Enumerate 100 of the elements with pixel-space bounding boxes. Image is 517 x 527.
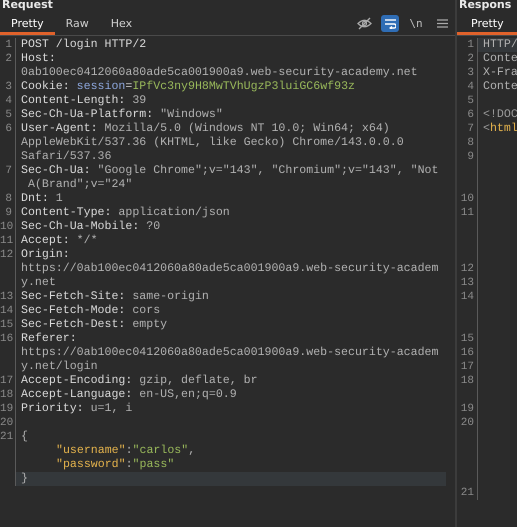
view-tab[interactable]: Raw — [54, 13, 100, 35]
code-text: HTTP/ — [483, 38, 517, 51]
code-text: "pass" — [132, 458, 174, 471]
code-text: Referer: — [21, 332, 77, 345]
code-text: Sec-Fetch-Mode: — [21, 304, 126, 317]
line-number: 12 — [457, 262, 478, 276]
line-number: 19 — [0, 402, 16, 416]
line-number: 15 — [457, 332, 478, 346]
code-text: y.net — [21, 276, 56, 289]
code-text: gzip, deflate, br — [138, 374, 258, 387]
line-number: 6 — [0, 122, 16, 136]
line-number: 8 — [457, 136, 478, 150]
line-number: 10 — [0, 220, 16, 234]
code-text: < — [483, 122, 490, 135]
code-text: u=1, i — [90, 402, 132, 415]
line-number: 9 — [457, 150, 478, 164]
code-text: Conte — [483, 80, 517, 93]
line-number: 17 — [457, 360, 478, 374]
code-text: POST /login HTTP/2 — [21, 38, 146, 51]
code-text: Sec-Ch-Ua: — [21, 164, 91, 177]
code-text: Content-Length: — [21, 94, 126, 107]
code-text: application/json — [117, 206, 230, 219]
line-number: 4 — [0, 94, 16, 108]
line-number: 18 — [457, 374, 478, 388]
line-number: 18 — [0, 388, 16, 402]
line-number: 21 — [0, 430, 16, 444]
code-text: } — [21, 472, 28, 485]
code-text: Dnt: — [21, 192, 49, 205]
code-text: , — [188, 444, 196, 457]
code-text: Safari/537.36 — [21, 150, 112, 163]
code-text: Accept: — [21, 234, 70, 247]
line-number: 5 — [0, 108, 16, 122]
line-number: 14 — [457, 290, 478, 304]
code-text: "carlos" — [132, 444, 188, 457]
line-number: 19 — [457, 402, 478, 416]
line-number: 8 — [0, 192, 16, 206]
code-text: Sec-Ch-Ua-Mobile: — [21, 220, 140, 233]
line-number: 6 — [457, 108, 478, 122]
code-text: same-origin — [131, 290, 209, 303]
code-text: Origin: — [21, 248, 70, 261]
line-number: 14 — [0, 304, 16, 318]
code-text: Accept-Language: — [21, 388, 132, 401]
code-text: "Google Chrome";v="143", "Chromium";v="143", "Not — [96, 164, 438, 177]
line-number: 20 — [457, 416, 478, 430]
code-text: AppleWebKit/537.36 (KHTML, like Gecko) Chrome/143.0.0.0 — [21, 136, 404, 149]
view-tab[interactable]: Hex — [100, 13, 144, 35]
code-text: Cookie: — [21, 80, 71, 93]
code-text: 0ab100ec0412060a80ade5ca001900a9.web-security-academy.net — [21, 66, 418, 79]
line-number: 3 — [0, 80, 16, 94]
code-text: "Windows" — [159, 108, 223, 121]
line-number: 15 — [0, 318, 16, 332]
panel-title: Request — [1, 0, 54, 13]
code-text: Conte — [483, 52, 517, 65]
word-wrap-icon[interactable] — [381, 15, 399, 32]
code-text: Host: — [21, 52, 56, 65]
code-text: User-Agent: — [21, 122, 98, 135]
line-number: 2 — [0, 52, 16, 66]
panel-title: Respons — [458, 0, 512, 13]
code-text: en-US,en;q=0.9 — [138, 388, 237, 401]
code-text: "username" — [56, 444, 126, 457]
code-text: Sec-Fetch-Dest: — [21, 318, 126, 331]
code-text: 1 — [54, 192, 63, 205]
code-text: session — [76, 80, 126, 93]
code-text: A(Brand";v="24" — [26, 178, 132, 191]
code-text: : — [126, 458, 133, 471]
line-number: 11 — [457, 206, 478, 220]
line-number: 20 — [0, 416, 16, 430]
line-number: 3 — [457, 66, 478, 80]
line-number: 1 — [0, 38, 16, 52]
code-text: Sec-Fetch-Site: — [21, 290, 126, 303]
code-text: { — [21, 430, 28, 443]
code-text: ?0 — [145, 220, 160, 233]
line-number: 13 — [457, 276, 478, 290]
code-text: 39 — [131, 94, 146, 107]
code-text: Accept-Encoding: — [21, 374, 132, 387]
line-number: 16 — [457, 346, 478, 360]
code-text: IPfVc3ny9H8MwTVhUgzP3luiGC6wf93z — [132, 80, 355, 93]
line-number: 7 — [0, 164, 16, 178]
line-number: 12 — [0, 248, 16, 262]
code-text: "password" — [56, 458, 126, 471]
line-number: 4 — [457, 80, 478, 94]
line-number: 16 — [0, 332, 16, 346]
code-text: Sec-Ch-Ua-Platform: — [21, 108, 154, 121]
code-text: */* — [76, 234, 98, 247]
code-text: empty — [131, 318, 168, 331]
code-text: X-Fra — [483, 66, 517, 79]
code-text: cors — [131, 304, 160, 317]
code-text: html — [490, 122, 517, 135]
code-text: y.net/login — [21, 360, 98, 373]
line-number: 2 — [457, 52, 478, 66]
line-number: 17 — [0, 374, 16, 388]
view-tab[interactable]: Pretty — [457, 13, 517, 35]
eye-slash-icon[interactable] — [355, 15, 373, 32]
newline-toggle[interactable]: \n — [407, 15, 425, 32]
line-number: 5 — [457, 94, 478, 108]
code-text: Content-Type: — [21, 206, 112, 219]
view-tab[interactable]: Pretty — [0, 13, 55, 35]
code-text: Mozilla/5.0 (Windows NT 10.0; Win64; x64) — [103, 122, 390, 135]
line-number: 9 — [0, 206, 16, 220]
code-text: : — [126, 444, 133, 457]
